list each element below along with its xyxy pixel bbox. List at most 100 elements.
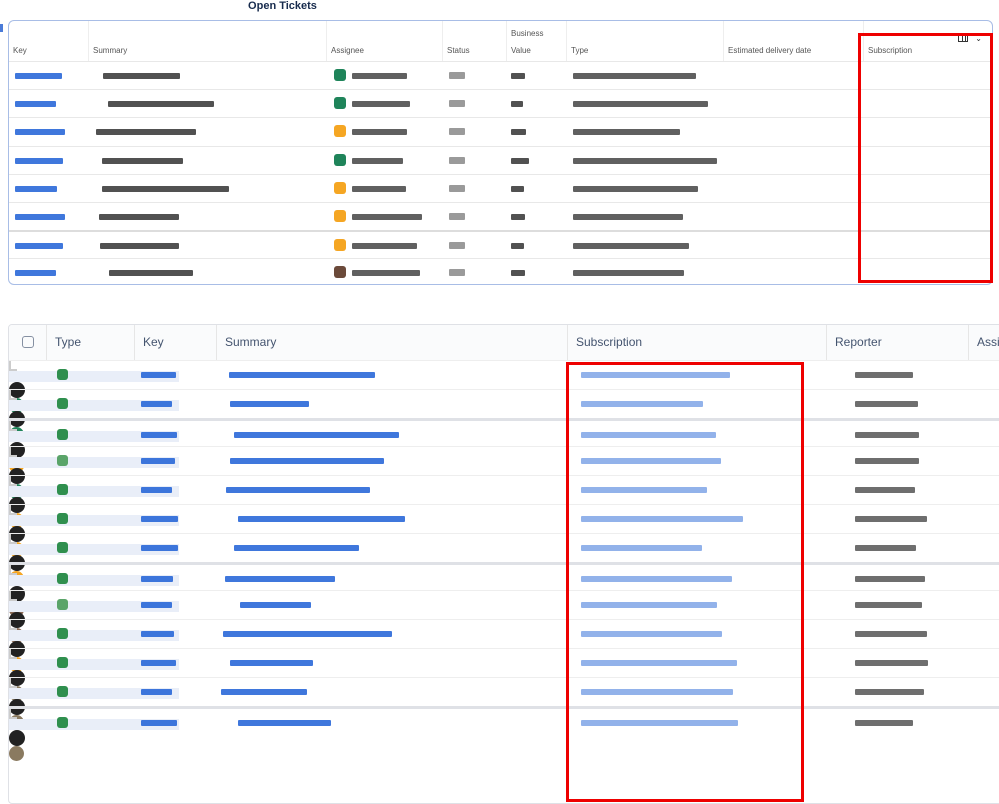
column-header-subscription[interactable]: Subscription ⌄	[863, 21, 992, 61]
subscription-text	[581, 575, 732, 582]
avatar-icon	[334, 125, 346, 138]
table-row[interactable]	[9, 173, 992, 202]
table-row[interactable]	[9, 705, 999, 761]
issue-key-link[interactable]	[15, 214, 66, 220]
subscription-text	[581, 458, 722, 465]
issue-key-link[interactable]	[15, 73, 63, 79]
column-header-assignee[interactable]: Assi	[968, 325, 999, 360]
table-row[interactable]	[9, 258, 992, 284]
issue-key-link[interactable]	[15, 270, 57, 277]
table-menu-icon[interactable]	[0, 24, 3, 32]
subscription-text	[581, 487, 707, 494]
table-row[interactable]	[9, 504, 999, 557]
avatar-icon	[334, 239, 346, 252]
assignee-name	[352, 243, 418, 250]
issue-key-link[interactable]	[141, 372, 177, 378]
table-row[interactable]	[9, 117, 992, 145]
column-header-reporter[interactable]: Reporter	[826, 325, 968, 360]
table-row[interactable]	[9, 619, 999, 673]
issue-type-icon	[57, 572, 68, 584]
select-all-checkbox[interactable]	[22, 336, 34, 348]
issue-key-link[interactable]	[141, 688, 173, 695]
assignee-name	[352, 185, 406, 192]
column-header-key[interactable]: Key	[134, 325, 216, 360]
column-header-status[interactable]: Status	[442, 21, 506, 61]
table-row[interactable]	[9, 230, 992, 258]
issue-key-link[interactable]	[15, 101, 57, 108]
status-lozenge	[449, 128, 465, 136]
summary-link[interactable]	[230, 400, 310, 407]
summary-link[interactable]	[230, 660, 313, 666]
issue-key-link[interactable]	[15, 129, 65, 136]
issue-type-icon	[57, 599, 68, 611]
column-header-business-value[interactable]: Business Value	[506, 21, 566, 61]
table-row[interactable]	[9, 475, 999, 529]
summary-text	[99, 243, 180, 250]
issue-key-link[interactable]	[141, 487, 173, 494]
table-row[interactable]	[9, 648, 999, 701]
column-header-assignee[interactable]: Assignee	[326, 21, 442, 61]
issue-key-link[interactable]	[141, 400, 172, 407]
table-row[interactable]	[9, 532, 999, 586]
table-row[interactable]	[9, 590, 999, 644]
summary-text	[102, 157, 183, 164]
summary-text	[96, 129, 197, 136]
table-row[interactable]	[9, 388, 999, 442]
columns-icon[interactable]	[958, 35, 968, 42]
summary-link[interactable]	[233, 431, 400, 438]
summary-link[interactable]	[233, 544, 360, 551]
issue-key-link[interactable]	[141, 660, 177, 666]
column-header-type[interactable]: Type	[46, 325, 134, 360]
table-row[interactable]	[9, 61, 992, 89]
table-row[interactable]	[9, 676, 999, 730]
business-value	[511, 101, 524, 108]
table-row[interactable]	[9, 446, 999, 500]
reporter-name	[855, 431, 919, 438]
business-value	[511, 243, 524, 250]
issue-type-icon	[57, 513, 68, 524]
issue-key-link[interactable]	[141, 516, 179, 522]
row-hierarchy-icon	[9, 564, 17, 575]
issue-key-link[interactable]	[141, 431, 178, 438]
reporter-avatar-icon	[9, 729, 25, 746]
issue-key-link[interactable]	[141, 719, 177, 726]
issue-key-link[interactable]	[141, 458, 175, 465]
subscription-text	[581, 631, 722, 638]
summary-link[interactable]	[225, 575, 335, 582]
summary-link[interactable]	[225, 487, 371, 494]
issue-key-link[interactable]	[141, 544, 178, 551]
table-row[interactable]	[9, 561, 999, 617]
column-header-key[interactable]: Key	[9, 21, 88, 61]
table-row[interactable]	[9, 360, 999, 413]
assignee-name	[352, 157, 403, 164]
summary-link[interactable]	[238, 516, 405, 522]
column-header-summary[interactable]: Summary	[88, 21, 326, 61]
chevron-down-icon[interactable]: ⌄	[975, 34, 982, 43]
issue-key-link[interactable]	[141, 575, 174, 582]
table-row[interactable]	[9, 202, 992, 230]
table-row[interactable]	[9, 417, 999, 473]
issue-key-link[interactable]	[141, 631, 175, 638]
issue-key-link[interactable]	[15, 185, 57, 192]
reporter-name	[855, 372, 913, 378]
column-header-estimated-delivery-date[interactable]: Estimated delivery date	[723, 21, 863, 61]
summary-link[interactable]	[222, 631, 392, 638]
summary-link[interactable]	[238, 719, 332, 726]
table-row[interactable]	[9, 145, 992, 174]
row-hierarchy-icon	[9, 420, 17, 431]
column-header-subscription[interactable]: Subscription	[567, 325, 826, 360]
issue-key-link[interactable]	[141, 602, 173, 609]
summary-link[interactable]	[221, 688, 307, 695]
table-row[interactable]	[9, 89, 992, 117]
column-header-type[interactable]: Type	[566, 21, 723, 61]
summary-text	[108, 270, 194, 277]
summary-link[interactable]	[229, 458, 384, 465]
issue-key-link[interactable]	[15, 157, 64, 164]
summary-link[interactable]	[240, 602, 311, 609]
issue-key-link[interactable]	[15, 243, 64, 250]
row-hierarchy-icon	[9, 476, 17, 487]
business-value	[511, 214, 525, 220]
reporter-name	[855, 544, 917, 551]
summary-link[interactable]	[229, 372, 375, 378]
column-header-summary[interactable]: Summary	[216, 325, 567, 360]
